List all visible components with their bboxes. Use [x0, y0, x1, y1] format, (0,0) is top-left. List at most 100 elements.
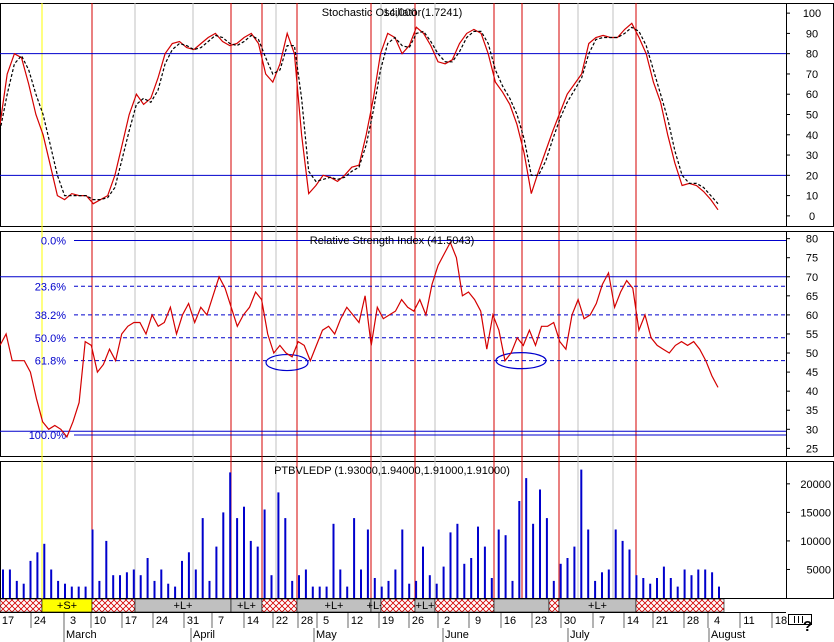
date-label: 14: [627, 615, 639, 627]
volume-bar: [187, 552, 190, 598]
date-label: 17: [125, 615, 137, 627]
month-label: March: [66, 629, 97, 641]
date-label: 28: [687, 615, 699, 627]
date-label: 22: [276, 615, 288, 627]
stochastic-panel-frame: [0, 3, 834, 227]
volume-panel-frame: [0, 461, 834, 599]
y-tick-label: 70: [806, 272, 818, 284]
volume-bar: [470, 558, 473, 598]
volume-bar: [353, 518, 356, 598]
volume-bar: [649, 583, 652, 598]
date-label: 17: [2, 615, 14, 627]
date-label: 5: [323, 615, 329, 627]
volume-bar: [8, 569, 11, 598]
volume-bar: [29, 560, 32, 598]
volume-bar: [642, 578, 645, 598]
volume-bar: [132, 569, 135, 598]
fib-level-label: 38.2%: [35, 310, 66, 322]
help-question-icon[interactable]: ?: [803, 618, 812, 635]
signal-segment-label: +S+: [57, 600, 77, 612]
volume-bar: [43, 543, 46, 598]
signal-segment-label: +L+: [174, 600, 193, 612]
fib-level-label: 100.0%: [29, 430, 67, 442]
volume-bar: [656, 578, 658, 598]
volume-bar: [601, 572, 603, 598]
volume-bar: [15, 580, 18, 598]
date-label: 10: [94, 615, 106, 627]
signal-segment: [261, 598, 298, 613]
volume-bar: [628, 549, 631, 598]
y-tick-label: 25: [806, 443, 818, 455]
volume-bar: [428, 575, 431, 598]
volume-bar: [463, 563, 466, 599]
signal-bar: +S+ +L+ +L+ +L+ +L+ +L+ +L+: [0, 598, 725, 613]
date-label: 30: [564, 615, 576, 627]
fib-level-label: 0.0%: [41, 236, 66, 248]
y-tick-label: 70: [806, 69, 818, 81]
volume-bar: [146, 558, 149, 598]
y-tick-label: 0: [809, 211, 815, 223]
volume-bar: [662, 566, 665, 598]
date-label: 23: [535, 615, 547, 627]
volume-bar: [422, 546, 424, 598]
volume-bar: [229, 472, 232, 598]
y-tick-label: 55: [806, 329, 818, 341]
volume-bar: [456, 523, 459, 598]
signal-segment-label: +L+: [325, 600, 344, 612]
y-tick-label: 50: [806, 348, 818, 360]
rsi-title: Relative Strength Index (41.5043): [310, 235, 475, 247]
volume-bar: [194, 569, 197, 598]
signal-segment: [493, 598, 550, 613]
volume-bar: [380, 586, 383, 598]
volume-bar: [105, 540, 108, 598]
month-label: August: [711, 629, 745, 641]
volume-bar: [559, 563, 562, 599]
volume-bar: [153, 580, 156, 598]
signal-segment: [548, 598, 560, 613]
y-tick-label: 60: [806, 89, 818, 101]
volume-bar: [566, 558, 569, 598]
y-tick-label: 40: [806, 130, 818, 142]
volume-bar: [587, 529, 590, 598]
rsi-panel-frame: [0, 231, 834, 457]
signal-segment-label: +L+: [416, 600, 435, 612]
y-tick-label: 20: [806, 170, 818, 182]
date-label: 9: [475, 615, 481, 627]
volume-bar: [552, 580, 555, 598]
month-label: July: [570, 629, 590, 641]
signal-segment: [0, 598, 43, 613]
y-tick-label: 45: [806, 367, 818, 379]
volume-bar: [112, 575, 115, 598]
volume-bar: [181, 560, 183, 598]
volume-bar: [263, 509, 266, 598]
volume-bar: [215, 546, 218, 598]
volume-title: PTBVLEDP (1.93000,1.94000,1.91000,1.9100…: [274, 465, 510, 477]
volume-bar: [318, 586, 321, 598]
volume-bar: [174, 586, 177, 598]
date-label: 26: [412, 615, 424, 627]
date-label: 19: [382, 615, 394, 627]
volume-bar: [325, 586, 328, 598]
fib-level-label: 50.0%: [35, 333, 66, 345]
signal-segment-label: +L+: [588, 600, 607, 612]
volume-bar: [64, 583, 66, 598]
volume-bar: [621, 540, 624, 598]
fib-level-label: 61.8%: [35, 356, 66, 368]
volume-bar: [690, 575, 693, 598]
y-tick-label: 90: [806, 28, 818, 40]
volume-bar: [57, 580, 60, 598]
volume-bar: [676, 586, 679, 598]
volume-bar: [236, 518, 239, 598]
month-label: May: [316, 629, 337, 641]
volume-bar: [125, 572, 128, 598]
volume-bar: [22, 583, 25, 598]
volume-bar: [277, 492, 280, 598]
date-label: 16: [504, 615, 516, 627]
volume-bar: [139, 575, 142, 598]
volume-bar: [504, 535, 507, 598]
volume-bar: [580, 469, 583, 598]
date-label: 31: [187, 615, 199, 627]
fib-level-label: 23.6%: [35, 281, 66, 293]
volume-bar: [442, 566, 445, 598]
volume-bar: [167, 583, 170, 598]
